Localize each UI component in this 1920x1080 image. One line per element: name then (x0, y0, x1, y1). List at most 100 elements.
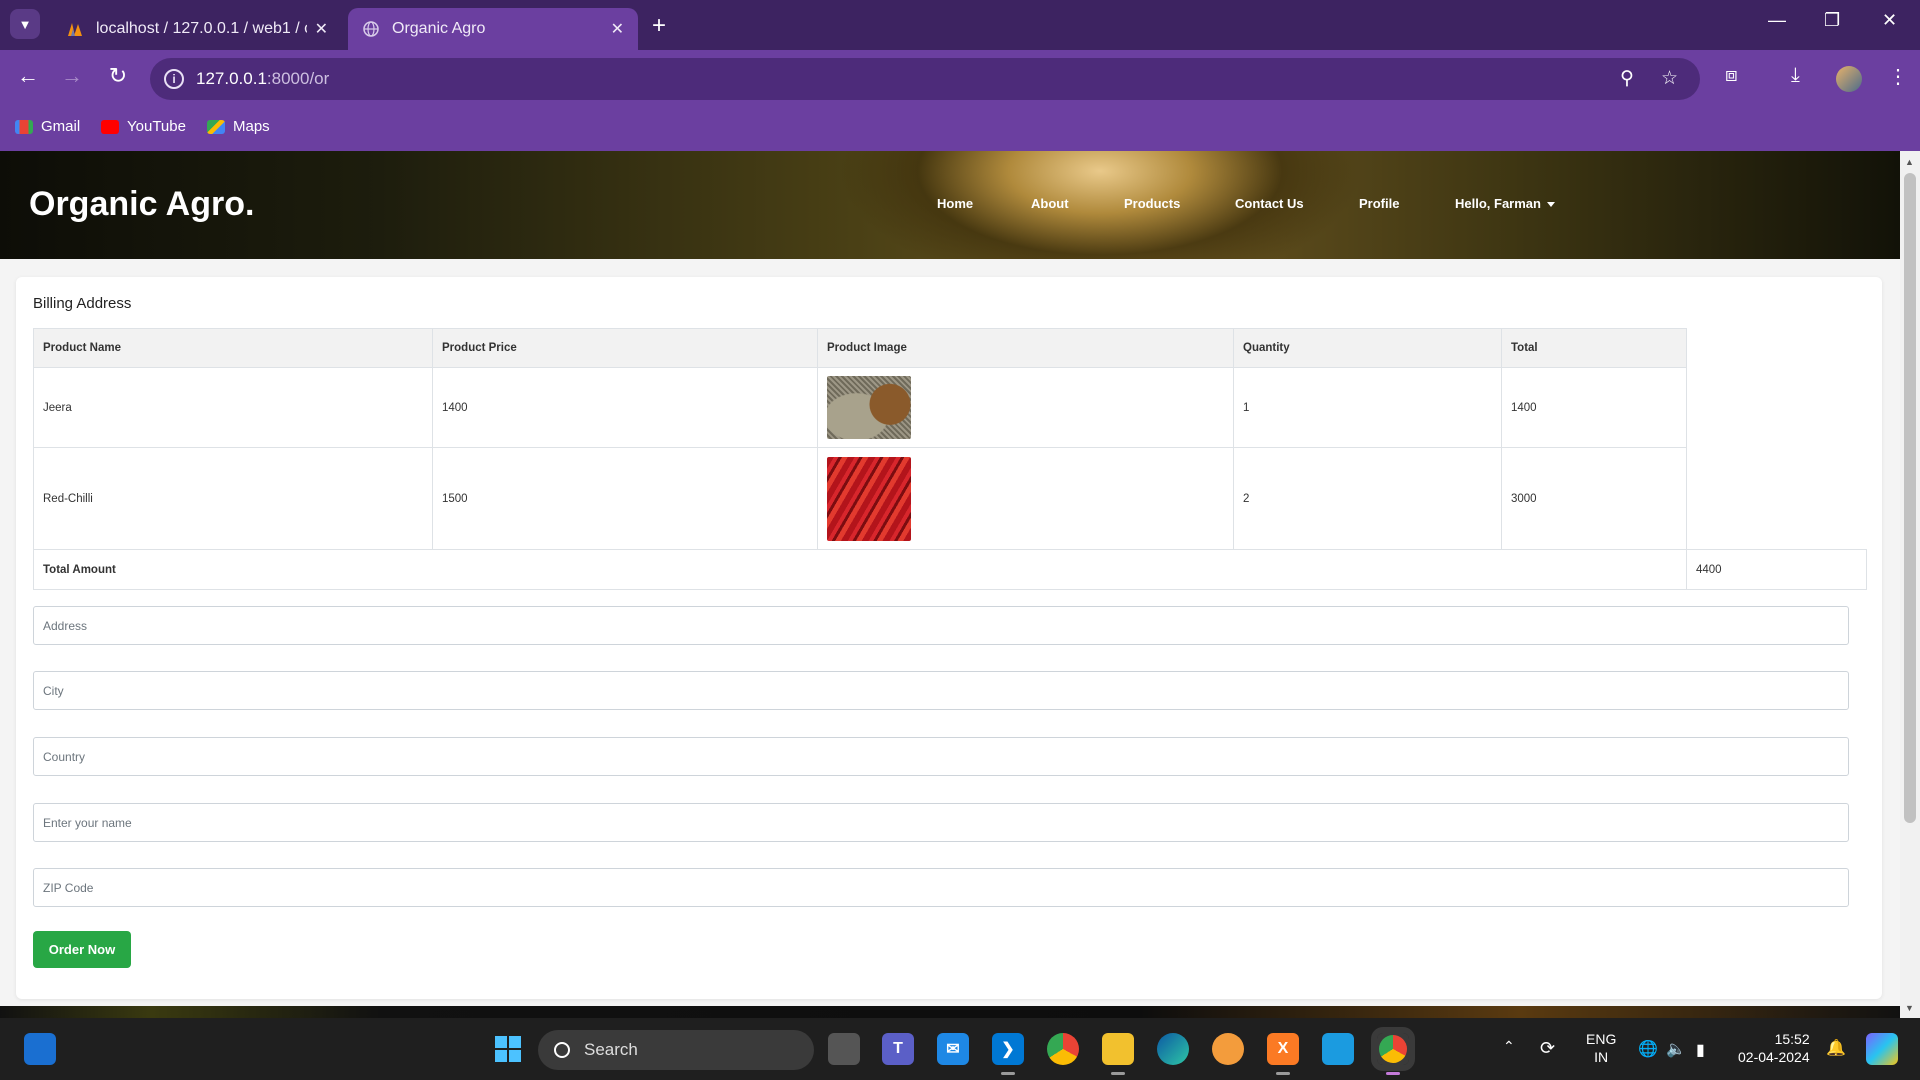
nav-products[interactable]: Products (1124, 196, 1180, 211)
product-total: 1400 (1501, 367, 1687, 448)
file-explorer-icon[interactable] (1102, 1033, 1134, 1065)
clock-date: 02-04-2024 (1738, 1049, 1810, 1065)
tab-search-chevron-icon[interactable]: ▼ (10, 9, 40, 39)
edge-icon[interactable] (1157, 1033, 1189, 1065)
sync-icon[interactable]: ⟳ (1540, 1038, 1555, 1059)
site-header: Organic Agro. Home About Products Contac… (0, 151, 1900, 259)
nav-profile[interactable]: Profile (1359, 196, 1399, 211)
zip-code-field[interactable] (33, 868, 1849, 907)
taskbar-search[interactable]: Search (538, 1030, 814, 1070)
billing-title: Billing Address (33, 295, 132, 312)
nav-contact-us[interactable]: Contact Us (1235, 196, 1304, 211)
scroll-up-icon[interactable]: ▲ (1905, 157, 1914, 167)
bookmark-label: Maps (233, 118, 270, 135)
product-total: 3000 (1501, 447, 1687, 550)
url-path: :8000/or (266, 69, 330, 88)
column-header-product-price: Product Price (432, 328, 818, 368)
product-price: 1500 (432, 447, 818, 550)
close-tab-icon[interactable]: ✕ (315, 19, 328, 39)
tab-organic-agro[interactable]: Organic Agro ✕ (348, 8, 638, 50)
minimize-icon[interactable]: — (1768, 10, 1786, 31)
phpmyadmin-icon (66, 20, 84, 38)
sublime-icon[interactable] (1212, 1033, 1244, 1065)
tray-overflow-icon[interactable]: ⌃ (1503, 1038, 1515, 1055)
site-brand[interactable]: Organic Agro. (29, 185, 254, 224)
copilot-icon[interactable] (1866, 1033, 1898, 1065)
column-header-quantity: Quantity (1233, 328, 1502, 368)
running-indicator (1111, 1072, 1125, 1075)
youtube-icon (101, 119, 119, 134)
restore-icon[interactable]: ❐ (1824, 10, 1840, 31)
mail-icon[interactable]: ✉ (937, 1033, 969, 1065)
search-placeholder: Search (584, 1040, 638, 1059)
running-indicator (1001, 1072, 1015, 1075)
page-viewport: Organic Agro. Home About Products Contac… (0, 151, 1900, 1018)
bookmark-label: Gmail (41, 118, 81, 135)
site-info-icon[interactable]: i (164, 69, 184, 89)
reload-icon[interactable]: ↻ (103, 63, 133, 89)
network-icon[interactable]: 🌐 (1638, 1039, 1658, 1059)
table-row: Jeera 1400 1 1400 (33, 367, 1867, 448)
teams-icon[interactable]: T (882, 1033, 914, 1065)
notifications-bell-icon[interactable]: 🔔 (1826, 1038, 1846, 1058)
battery-icon[interactable]: ▮ (1696, 1040, 1705, 1060)
close-tab-icon[interactable]: ✕ (611, 19, 624, 39)
name-field[interactable] (33, 803, 1849, 842)
url-text[interactable]: 127.0.0.1:8000/or (196, 69, 329, 89)
page-scrollbar[interactable]: ▲ ▼ (1900, 151, 1920, 1018)
vscode-icon[interactable]: ❯ (992, 1033, 1024, 1065)
back-icon[interactable]: ← (13, 63, 43, 89)
task-view-icon[interactable] (828, 1033, 860, 1065)
zoom-icon[interactable]: ⚲ (1620, 67, 1634, 90)
order-now-button[interactable]: Order Now (33, 931, 131, 968)
bookmark-maps[interactable]: Maps (207, 118, 270, 135)
city-field[interactable] (33, 671, 1849, 710)
running-indicator (1276, 1072, 1290, 1075)
start-windows-icon[interactable] (492, 1033, 524, 1065)
download-icon[interactable]: ⤓ (1791, 64, 1800, 87)
country-field[interactable] (33, 737, 1849, 776)
chrome-active-icon[interactable] (1371, 1027, 1415, 1071)
profile-avatar[interactable] (1836, 66, 1862, 92)
extensions-icon[interactable]: ⧈ (1725, 64, 1738, 87)
forward-icon[interactable]: → (57, 63, 87, 89)
xampp-icon[interactable]: X (1267, 1033, 1299, 1065)
nav-home[interactable]: Home (937, 196, 973, 211)
column-header-product-image: Product Image (817, 328, 1234, 368)
user-greeting: Hello, Farman (1455, 196, 1541, 211)
order-table: Product Name Product Price Product Image… (33, 328, 1867, 590)
more-menu-icon[interactable]: ⋮ (1888, 64, 1908, 89)
scrollbar-thumb[interactable] (1904, 173, 1916, 823)
new-tab-icon[interactable]: + (652, 12, 666, 40)
chrome-icon[interactable] (1047, 1033, 1079, 1065)
table-row: Red-Chilli 1500 2 3000 (33, 447, 1867, 550)
footer-strip (0, 1006, 1900, 1018)
widgets-icon[interactable] (24, 1033, 56, 1065)
total-row: Total Amount 4400 (33, 549, 1867, 590)
running-indicator (1386, 1072, 1400, 1075)
windows-taskbar: Search T ✉ ❯ X ⌃ ⟳ ENG IN 🌐 🔈 ▮ 15:52 02… (0, 1018, 1920, 1080)
language-indicator[interactable]: ENG IN (1586, 1030, 1616, 1066)
bookmark-star-icon[interactable]: ☆ (1661, 67, 1678, 90)
nav-about[interactable]: About (1031, 196, 1069, 211)
column-header-product-name: Product Name (33, 328, 433, 368)
bookmarks-bar: Gmail YouTube Maps (0, 108, 1920, 151)
remote-desktop-icon[interactable] (1322, 1033, 1354, 1065)
clock[interactable]: 15:52 02-04-2024 (1738, 1030, 1810, 1066)
tab-phpmyadmin[interactable]: localhost / 127.0.0.1 / web1 / or ✕ (52, 8, 342, 50)
product-image-cell (817, 367, 1234, 448)
address-field[interactable] (33, 606, 1849, 645)
volume-icon[interactable]: 🔈 (1666, 1039, 1686, 1059)
empty-cell (1687, 368, 1867, 448)
bookmark-gmail[interactable]: Gmail (15, 118, 80, 135)
browser-toolbar: ← → ↻ i 127.0.0.1:8000/or ⚲ ☆ ⧈ ⤓ ⋮ (0, 50, 1920, 108)
red-chilli-image (827, 456, 911, 541)
product-quantity: 1 (1233, 367, 1502, 448)
scroll-down-icon[interactable]: ▼ (1905, 1003, 1914, 1013)
bookmark-youtube[interactable]: YouTube (101, 118, 186, 135)
close-window-icon[interactable]: ✕ (1882, 10, 1897, 31)
product-quantity: 2 (1233, 447, 1502, 550)
user-menu-dropdown[interactable]: Hello, Farman (1455, 196, 1555, 211)
address-bar[interactable]: i 127.0.0.1:8000/or ⚲ ☆ (150, 58, 1700, 100)
cumin-seeds-image (827, 376, 911, 439)
